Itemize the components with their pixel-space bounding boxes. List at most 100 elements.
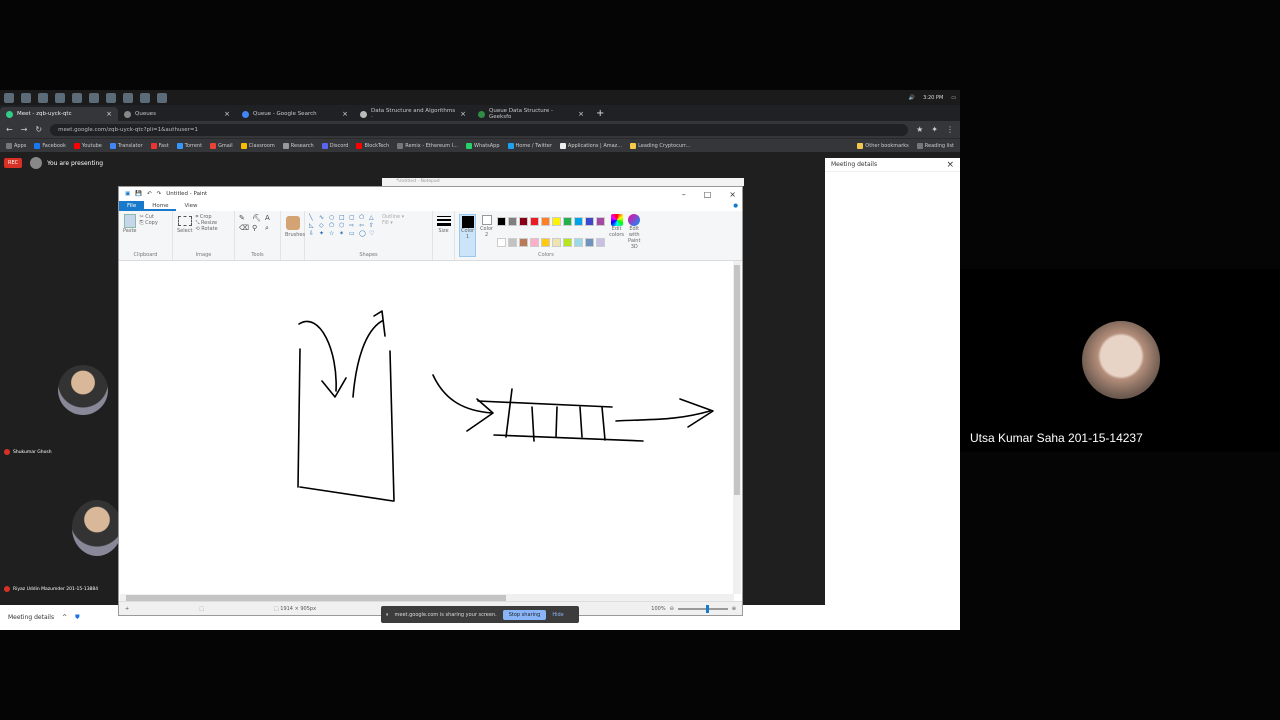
vertical-scrollbar[interactable] xyxy=(733,261,741,594)
close-icon[interactable]: × xyxy=(106,110,112,118)
right-triangle-shape-icon[interactable]: ◺ xyxy=(309,222,318,229)
color-swatch[interactable] xyxy=(552,217,562,226)
zoom-slider-thumb[interactable] xyxy=(705,604,709,613)
bookmark-star-icon[interactable]: ★ xyxy=(916,125,923,134)
eraser-icon[interactable]: ⌫ xyxy=(239,224,250,233)
brushes-group[interactable]: Brushes xyxy=(281,211,305,260)
color-swatch[interactable] xyxy=(497,217,507,226)
roundrect-shape-icon[interactable]: ▢ xyxy=(349,214,358,221)
rect-shape-icon[interactable]: □ xyxy=(339,214,348,221)
zoom-in-icon[interactable]: ⊕ xyxy=(732,606,736,612)
zoom-out-icon[interactable]: ⊖ xyxy=(670,606,674,612)
meeting-details-button[interactable]: Meeting details xyxy=(8,614,54,621)
color-swatch[interactable] xyxy=(530,217,540,226)
close-button[interactable]: × xyxy=(729,190,736,199)
arrow-left-shape-icon[interactable]: ⇦ xyxy=(359,222,368,229)
tab-home[interactable]: Home xyxy=(144,201,177,211)
color-swatch[interactable] xyxy=(530,238,540,247)
paint3d-button[interactable]: Edit with Paint 3D xyxy=(628,214,640,257)
color-swatch[interactable] xyxy=(519,238,529,247)
bookmark-item[interactable]: Discord xyxy=(321,142,348,149)
windows-icon[interactable] xyxy=(4,92,14,103)
tab-geeksforgeeks[interactable]: Queue Data Structure - Geeksfo × xyxy=(472,107,590,121)
bookmark-item[interactable]: BlockTech xyxy=(356,142,389,149)
bookmark-item[interactable]: Youtube xyxy=(73,142,102,149)
new-tab-button[interactable]: + xyxy=(596,107,604,121)
pencil-icon[interactable]: ✎ xyxy=(239,214,250,222)
help-icon[interactable]: ● xyxy=(733,203,738,209)
bookmark-item[interactable]: Translator xyxy=(109,142,143,149)
volume-icon[interactable]: 🔊 xyxy=(909,95,915,101)
drawing-canvas[interactable] xyxy=(120,261,734,594)
back-icon[interactable]: ← xyxy=(6,125,13,134)
bookmark-item[interactable]: Facebook xyxy=(34,142,66,149)
cortana-icon[interactable] xyxy=(38,92,48,103)
close-icon[interactable]: × xyxy=(224,110,230,118)
hexagon-shape-icon[interactable]: ⬡ xyxy=(339,222,348,229)
arrow-right-shape-icon[interactable]: ⇨ xyxy=(349,222,358,229)
color-swatch[interactable] xyxy=(552,238,562,247)
copy-button[interactable]: ⎘ Copy xyxy=(140,220,158,226)
maximize-button[interactable]: □ xyxy=(704,190,712,199)
tab-google-search[interactable]: Queue - Google Search × xyxy=(236,107,354,121)
chrome-icon[interactable] xyxy=(89,92,99,103)
color-swatch[interactable] xyxy=(508,238,518,247)
address-bar[interactable]: meet.google.com/zqb-uyck-qtc?pli=1&authu… xyxy=(50,123,909,136)
bookmark-item[interactable]: Apps xyxy=(6,142,26,149)
tab-queues[interactable]: Queues × xyxy=(118,107,236,121)
color-swatch[interactable] xyxy=(596,238,606,247)
bookmark-item[interactable]: Torrent xyxy=(176,142,202,149)
scroll-thumb[interactable] xyxy=(734,265,740,495)
color-swatch[interactable] xyxy=(596,217,606,226)
bookmark-item[interactable]: Home / Twitter xyxy=(507,142,552,149)
fill-icon[interactable]: ⛏ xyxy=(252,214,263,222)
chevron-up-icon[interactable]: ^ xyxy=(62,614,67,621)
close-icon[interactable]: × xyxy=(946,160,954,170)
undo-icon[interactable]: ↶ xyxy=(147,191,152,197)
bookmark-item[interactable]: Research xyxy=(282,142,314,149)
close-icon[interactable]: × xyxy=(578,110,584,118)
notepad-icon[interactable] xyxy=(123,92,133,103)
bookmark-item[interactable]: Applications | Amaz... xyxy=(559,142,622,149)
edit-colors-button[interactable]: Edit colors xyxy=(609,214,624,257)
fill-dropdown[interactable]: Fill ▾ xyxy=(382,220,404,226)
hide-button[interactable]: Hide xyxy=(552,612,563,618)
search-icon[interactable] xyxy=(21,92,31,103)
star6-shape-icon[interactable]: ✶ xyxy=(339,230,348,237)
close-icon[interactable]: × xyxy=(460,110,466,118)
curve-shape-icon[interactable]: ∿ xyxy=(319,214,328,221)
bookmark-item[interactable]: Remix - Ethereum I... xyxy=(397,142,458,149)
color-swatch[interactable] xyxy=(563,238,573,247)
paste-button[interactable]: Paste xyxy=(123,214,137,234)
explorer-icon[interactable] xyxy=(72,92,82,103)
reading-list[interactable]: Reading list xyxy=(916,142,954,149)
redo-icon[interactable]: ↷ xyxy=(157,191,162,197)
bookmark-item[interactable]: Gmail xyxy=(210,142,233,149)
select-button[interactable]: Select xyxy=(177,214,192,234)
tab-view[interactable]: View xyxy=(176,201,205,211)
paint-icon[interactable] xyxy=(157,92,167,103)
color-swatch[interactable] xyxy=(497,238,507,247)
tab-meet[interactable]: Meet - zqb-uyck-qtc × xyxy=(0,107,118,121)
other-bookmarks[interactable]: Other bookmarks xyxy=(857,142,909,149)
bookmark-item[interactable]: Fast xyxy=(150,142,169,149)
line-shape-icon[interactable]: ╲ xyxy=(309,214,318,221)
taskview-icon[interactable] xyxy=(55,92,65,103)
color1-button[interactable]: Color 1 xyxy=(459,214,477,257)
bookmark-item[interactable]: Leading Cryptocurr... xyxy=(630,142,690,149)
color-swatch[interactable] xyxy=(585,217,595,226)
save-icon[interactable]: 💾 xyxy=(135,191,142,197)
notification-icon[interactable]: ▭ xyxy=(951,95,956,101)
color-swatch[interactable] xyxy=(541,217,551,226)
color-swatch[interactable] xyxy=(563,217,573,226)
pentagon-shape-icon[interactable]: ⬠ xyxy=(329,222,338,229)
color-swatch[interactable] xyxy=(541,238,551,247)
close-icon[interactable]: × xyxy=(342,110,348,118)
color-swatch[interactable] xyxy=(519,217,529,226)
heart-shape-icon[interactable]: ♡ xyxy=(369,230,378,237)
color2-button[interactable]: Color 2 xyxy=(480,214,493,257)
arrow-up-shape-icon[interactable]: ⇧ xyxy=(369,222,378,229)
text-icon[interactable]: A xyxy=(265,214,276,222)
zoom-slider[interactable] xyxy=(677,604,728,613)
star5-shape-icon[interactable]: ☆ xyxy=(329,230,338,237)
